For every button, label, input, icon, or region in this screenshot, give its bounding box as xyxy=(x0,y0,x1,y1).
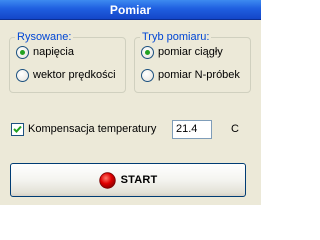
radio-pomiar-ciagly-label: pomiar ciągły xyxy=(158,46,223,58)
tryb-pomiaru-legend: Tryb pomiaru: xyxy=(140,30,212,44)
title-bar[interactable]: Pomiar xyxy=(0,0,261,20)
radio-pomiar-n-probek[interactable]: pomiar N-próbek xyxy=(141,67,240,83)
radio-pomiar-n-probek-label: pomiar N-próbek xyxy=(158,69,240,81)
tryb-pomiaru-group: Tryb pomiaru: pomiar ciągły pomiar N-pró… xyxy=(134,30,251,93)
radio-button-icon[interactable] xyxy=(141,68,154,82)
start-button[interactable]: START xyxy=(10,163,246,197)
rysowane-group: Rysowane: napięcia wektor prędkości xyxy=(9,30,126,93)
radio-napiecia-label: napięcia xyxy=(33,46,74,58)
red-circle-icon xyxy=(98,171,116,189)
pomiar-window: Pomiar Rysowane: napięcia wektor prędkoś… xyxy=(0,0,261,205)
kompensacja-checkbox-row[interactable]: Kompensacja temperatury xyxy=(11,121,156,137)
radio-wektor-predkosci[interactable]: wektor prędkości xyxy=(16,67,116,83)
radio-button-icon[interactable] xyxy=(141,45,154,59)
kompensacja-label: Kompensacja temperatury xyxy=(28,123,157,135)
radio-napiecia[interactable]: napięcia xyxy=(16,44,74,60)
window-title: Pomiar xyxy=(109,3,152,17)
rysowane-legend: Rysowane: xyxy=(15,30,74,44)
radio-pomiar-ciagly[interactable]: pomiar ciągły xyxy=(141,44,223,60)
start-button-label: START xyxy=(120,174,158,186)
radio-wektor-predkosci-label: wektor prędkości xyxy=(33,69,116,81)
radio-button-icon[interactable] xyxy=(16,68,29,82)
temperature-input[interactable]: 21.4 xyxy=(172,120,212,139)
temperature-unit: C xyxy=(231,123,239,135)
radio-button-icon[interactable] xyxy=(16,45,29,59)
checkbox-checked-icon[interactable] xyxy=(11,122,24,136)
